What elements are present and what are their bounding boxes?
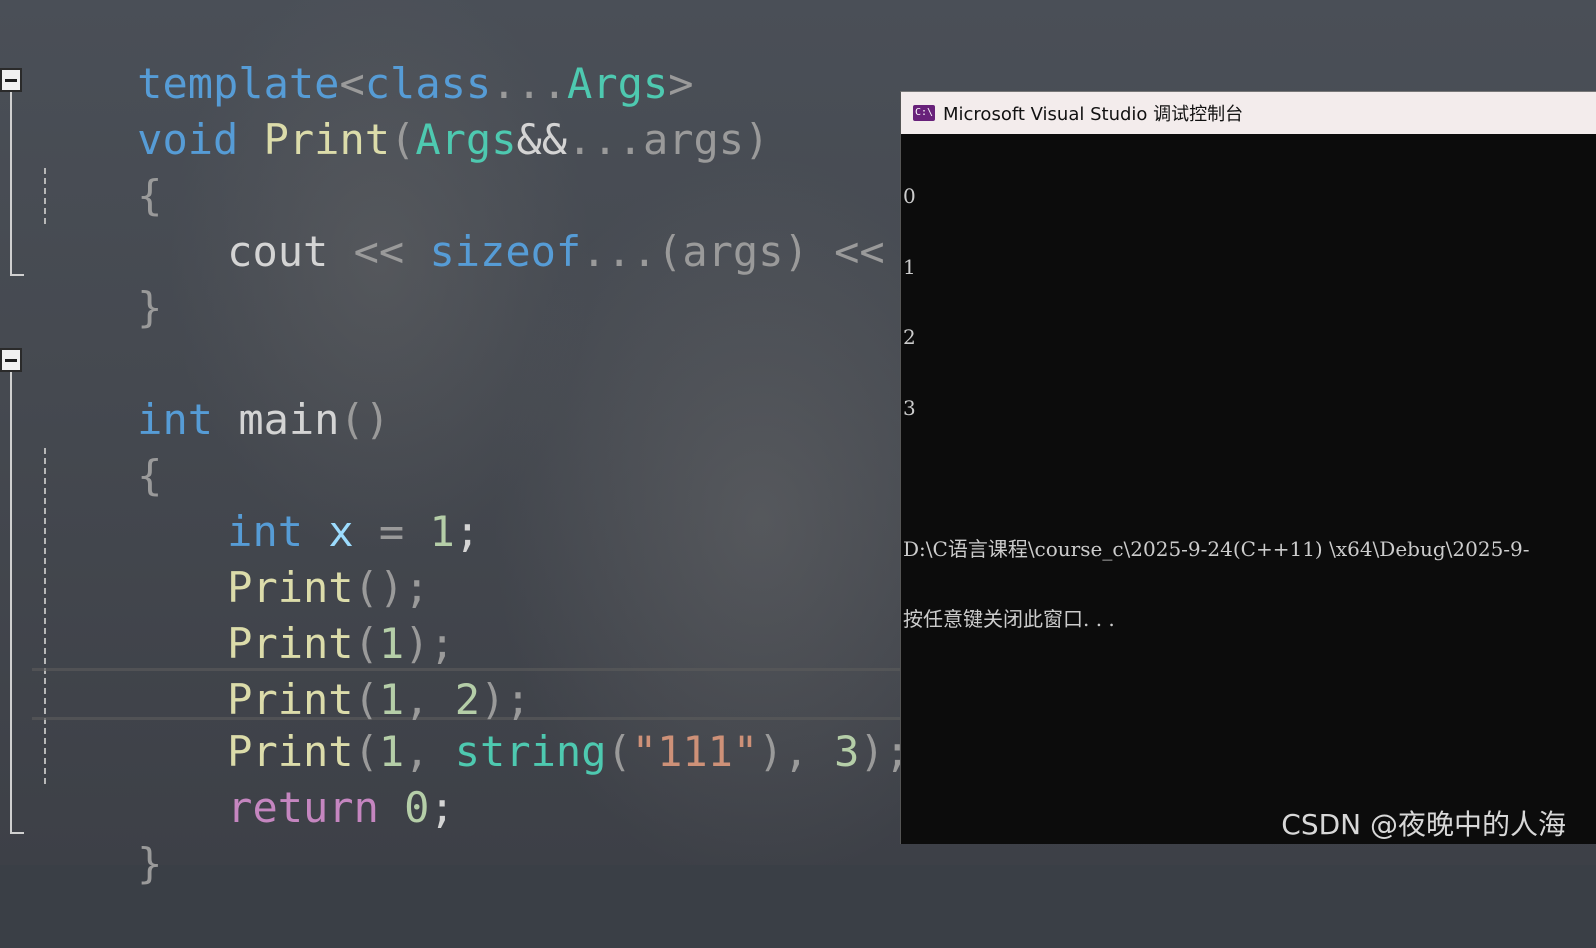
number-literal: 1 (429, 507, 454, 556)
collapse-print-icon[interactable] (0, 68, 22, 92)
console-app-icon: C:\ (913, 105, 935, 121)
output-line: D:\C语言课程\course_c\2025-9-24(C++11) \x64\… (903, 538, 1596, 562)
code-line-main-signature[interactable]: int main() (36, 336, 390, 392)
parameter: args (682, 227, 783, 276)
punct: ... (567, 115, 643, 164)
code-line-int-x[interactable]: int x = 1; (36, 448, 480, 504)
space (238, 115, 263, 164)
code-line-return[interactable]: return 0; (36, 724, 455, 780)
brace: } (137, 839, 162, 888)
string-literal: "111" (632, 727, 758, 776)
punct: ), (758, 727, 834, 776)
operator: && (517, 115, 568, 164)
fold-end (10, 832, 24, 834)
fold-end (10, 274, 24, 276)
code-line-cout[interactable]: cout << sizeof...(args) << endl; (36, 168, 1036, 224)
function-name: Print (264, 115, 390, 164)
code-line-print-call[interactable]: Print(1, 2); (36, 616, 531, 672)
code-line-close-brace[interactable]: } (36, 224, 162, 280)
code-line-template[interactable]: template<class...Args> (36, 0, 694, 56)
keyword: sizeof (429, 227, 581, 276)
fold-line (10, 372, 12, 834)
code-line-print-signature[interactable]: void Print(Args&&...args) (36, 56, 769, 112)
output-line: 按任意键关闭此窗口. . . (903, 608, 1596, 632)
number-literal: 3 (834, 727, 859, 776)
csdn-watermark: CSDN @夜晚中的人海 (1281, 803, 1566, 843)
output-line (903, 467, 1596, 491)
identifier: cout (227, 227, 328, 276)
code-line-close-brace[interactable]: } (36, 780, 162, 836)
output-line: 1 (903, 256, 1596, 280)
keyword: return (227, 783, 379, 832)
punct: ; (455, 507, 480, 556)
number-literal: 0 (404, 783, 429, 832)
space (379, 783, 404, 832)
code-line-open-brace[interactable]: { (36, 392, 162, 448)
console-title: Microsoft Visual Studio 调试控制台 (943, 100, 1243, 126)
output-line: 3 (903, 397, 1596, 421)
collapse-main-icon[interactable] (0, 348, 22, 372)
function-name: main (238, 395, 339, 444)
punct: ) (784, 227, 809, 276)
type-name: string (455, 727, 607, 776)
punct: ( (657, 227, 682, 276)
punct: ) (744, 115, 769, 164)
space (213, 395, 238, 444)
brace: } (137, 283, 162, 332)
punct: ( (606, 727, 631, 776)
output-line: 0 (903, 185, 1596, 209)
code-line-print-call[interactable]: Print(); (36, 504, 429, 560)
fold-line (10, 92, 12, 276)
output-line: 2 (903, 326, 1596, 350)
debug-console-window[interactable]: C:\ Microsoft Visual Studio 调试控制台 0 1 2 … (900, 91, 1596, 844)
punct: ( (390, 115, 415, 164)
console-output[interactable]: 0 1 2 3 D:\C语言课程\course_c\2025-9-24(C++1… (901, 134, 1596, 679)
code-line-print-call[interactable]: Print(1); (36, 560, 455, 616)
parameter: args (643, 115, 744, 164)
punct: ... (581, 227, 657, 276)
code-line-open-brace[interactable]: { (36, 112, 162, 168)
operator: << (328, 227, 429, 276)
type-name: Args (415, 115, 516, 164)
punct: ; (429, 783, 454, 832)
punct: () (339, 395, 390, 444)
console-titlebar[interactable]: C:\ Microsoft Visual Studio 调试控制台 (901, 92, 1596, 134)
code-line-print-call-current[interactable]: Print(1, string("111"), 3); (36, 668, 910, 724)
operator: << (809, 227, 910, 276)
